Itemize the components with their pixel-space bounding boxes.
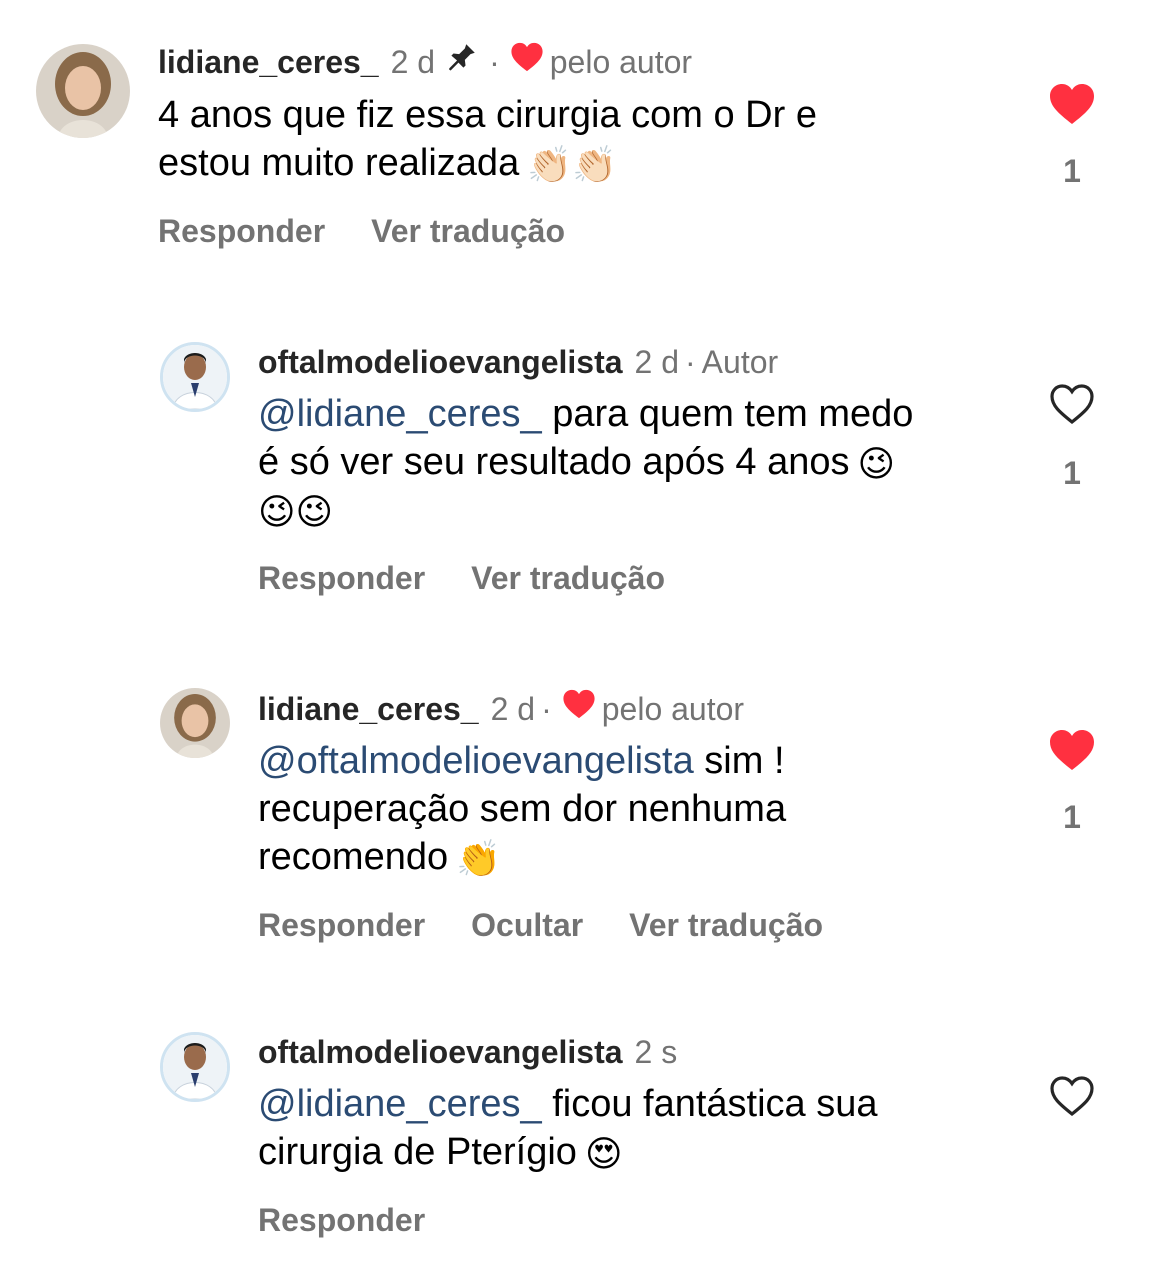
- hide-button[interactable]: Ocultar: [471, 907, 583, 943]
- like-count: 1: [1063, 153, 1081, 189]
- mention-link[interactable]: @lidiane_ceres_: [258, 393, 542, 435]
- comment-text-line: para quem tem medo: [552, 393, 914, 435]
- heart-icon: [562, 688, 596, 729]
- mention-link[interactable]: @lidiane_ceres_: [258, 1083, 542, 1125]
- like-count: 1: [1063, 455, 1081, 491]
- avatar[interactable]: [160, 688, 230, 758]
- winking-face-emoji: 😉: [857, 442, 896, 484]
- heart-eyes-emoji: 😍: [584, 1132, 623, 1174]
- comment-text-line: estou muito realizada: [158, 142, 520, 184]
- comment-text-line: recuperação sem dor nenhuma: [258, 788, 787, 830]
- comment-actions: Responder Ver tradução: [158, 213, 817, 250]
- reply-button[interactable]: Responder: [258, 907, 425, 943]
- comment-actions: Responder Ver tradução: [258, 560, 913, 597]
- separator-dot: ·: [685, 344, 696, 380]
- comment-text-line: cirurgia de Pterígio: [258, 1131, 577, 1173]
- comment-text-line: ficou fantástica sua: [552, 1083, 878, 1125]
- liked-by-author-label: pelo autor: [549, 43, 693, 80]
- username[interactable]: lidiane_ceres_: [158, 42, 379, 82]
- reply-button[interactable]: Responder: [258, 1202, 425, 1238]
- avatar[interactable]: [36, 44, 130, 138]
- avatar[interactable]: [160, 1032, 230, 1102]
- like-column: 1: [1040, 382, 1104, 492]
- like-column: 1: [1040, 728, 1104, 836]
- timestamp: 2 s: [634, 1034, 678, 1070]
- mention-link[interactable]: @oftalmodelioevangelista: [258, 740, 694, 782]
- comment-text: @oftalmodelioevangelista sim ! recuperaç…: [258, 737, 869, 881]
- like-column: 1: [1040, 82, 1104, 190]
- winking-face-emoji: 😉😉: [258, 490, 334, 532]
- see-translation-button[interactable]: Ver tradução: [629, 907, 823, 943]
- clapping-hands-emoji: 👏: [456, 837, 501, 879]
- clapping-hands-emoji: 👏🏻👏🏻: [527, 143, 617, 185]
- username[interactable]: oftalmodelioevangelista: [258, 1032, 623, 1072]
- reply-button[interactable]: Responder: [158, 213, 325, 249]
- comment-actions: Responder: [258, 1202, 878, 1239]
- comment-meta: lidiane_ceres_ 2 d · pelo autor: [258, 688, 869, 729]
- username[interactable]: oftalmodelioevangelista: [258, 342, 623, 382]
- like-column: [1040, 1074, 1104, 1123]
- comment-meta: oftalmodelioevangelista 2 s: [258, 1032, 878, 1072]
- like-heart-outline-icon[interactable]: [1040, 382, 1104, 431]
- like-heart-icon[interactable]: [1040, 82, 1104, 131]
- comment-actions: Responder Ocultar Ver tradução: [258, 907, 869, 944]
- comment-meta: oftalmodelioevangelista 2 d · Autor: [258, 342, 913, 382]
- timestamp: 2 d: [390, 43, 436, 80]
- separator-dot: ·: [541, 690, 552, 727]
- heart-icon: [510, 41, 544, 82]
- timestamp: 2 d: [634, 344, 680, 380]
- avatar[interactable]: [160, 342, 230, 412]
- like-heart-outline-icon[interactable]: [1040, 1074, 1104, 1123]
- like-count: 1: [1063, 799, 1081, 835]
- reply-button[interactable]: Responder: [258, 560, 425, 596]
- comment-text: @lidiane_ceres_ ficou fantástica sua cir…: [258, 1080, 878, 1176]
- like-heart-icon[interactable]: [1040, 728, 1104, 777]
- comment-text: @lidiane_ceres_ para quem tem medo é só …: [258, 390, 913, 534]
- separator-dot: ·: [489, 43, 500, 80]
- see-translation-button[interactable]: Ver tradução: [471, 560, 665, 596]
- liked-by-author-label: pelo autor: [601, 690, 745, 727]
- comment-text-line: sim !: [704, 740, 785, 782]
- comment-meta: lidiane_ceres_ 2 d · pelo autor: [158, 40, 817, 83]
- username[interactable]: lidiane_ceres_: [258, 689, 479, 729]
- pin-icon: [445, 40, 479, 83]
- comment-text-line: é só ver seu resultado após 4 anos: [258, 441, 850, 483]
- comment-text-line: recomendo: [258, 836, 449, 878]
- timestamp: 2 d: [490, 690, 536, 727]
- comment-text: 4 anos que fiz essa cirurgia com o Dr e …: [158, 91, 817, 187]
- comment-text-line: 4 anos que fiz essa cirurgia com o Dr e: [158, 94, 817, 136]
- author-label: Autor: [701, 344, 779, 380]
- see-translation-button[interactable]: Ver tradução: [371, 213, 565, 249]
